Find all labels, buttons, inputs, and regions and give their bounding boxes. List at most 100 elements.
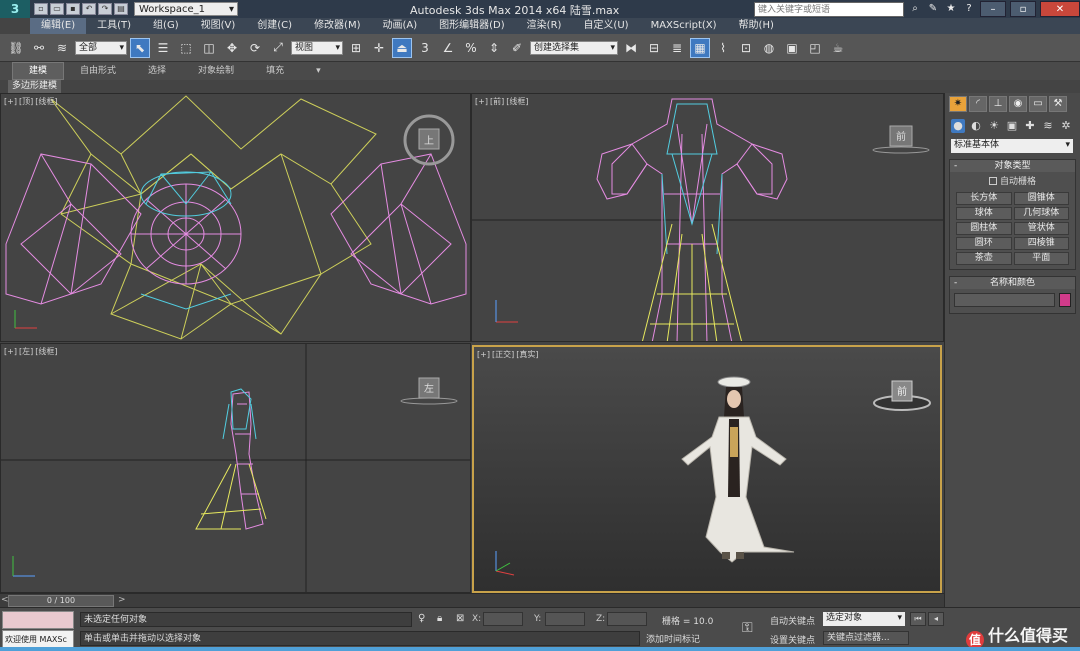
- object-name-input[interactable]: [954, 293, 1055, 307]
- select-manipulate-icon[interactable]: ✛: [369, 38, 389, 58]
- menu-help[interactable]: 帮助(H): [728, 18, 785, 34]
- shapes-icon[interactable]: ◐: [969, 119, 983, 133]
- unlink-icon[interactable]: ⚯: [29, 38, 49, 58]
- time-next-arrow[interactable]: >: [118, 595, 126, 605]
- menu-maxscript[interactable]: MAXScript(X): [640, 18, 728, 34]
- scale-icon[interactable]: ⤢: [268, 38, 288, 58]
- viewcube-top[interactable]: 上: [401, 114, 457, 166]
- binoculars-icon[interactable]: ⌕: [908, 2, 922, 16]
- keyboard-shortcut-override-icon[interactable]: ⏏: [392, 37, 412, 58]
- cameras-icon[interactable]: ▣: [1005, 119, 1019, 133]
- viewport-perspective-label[interactable]: [+] [正交] [真实]: [477, 349, 540, 360]
- move-icon[interactable]: ✥: [222, 38, 242, 58]
- time-slider-thumb[interactable]: 0 / 100: [8, 595, 114, 607]
- tab-selection[interactable]: 选择: [132, 63, 182, 79]
- set-key-icon[interactable]: ⚿: [742, 620, 753, 636]
- time-slider[interactable]: < 0 / 100 >: [0, 593, 944, 607]
- plane-button[interactable]: 平面: [1013, 252, 1069, 265]
- link-icon[interactable]: ⛓: [6, 38, 26, 58]
- render-production-icon[interactable]: ☕: [828, 38, 848, 58]
- viewport-front[interactable]: [+] [前] [线框] 前: [471, 93, 944, 342]
- menu-group[interactable]: 组(G): [142, 18, 190, 34]
- percent-snap-icon[interactable]: %: [461, 38, 481, 58]
- utilities-tab-icon[interactable]: ⚒: [1049, 96, 1067, 112]
- viewport-perspective[interactable]: [+] [正交] [真实] 前: [472, 345, 942, 593]
- prev-frame-icon[interactable]: ◂: [928, 612, 944, 626]
- pyramid-button[interactable]: 四棱锥: [1013, 237, 1069, 250]
- auto-key-button[interactable]: 自动关键点: [770, 614, 815, 627]
- redo-icon[interactable]: ↷: [98, 3, 112, 15]
- subscription-icon[interactable]: ✎: [926, 2, 940, 16]
- maxscript-listener-box[interactable]: [2, 611, 74, 629]
- project-folder-icon[interactable]: ▤: [114, 3, 128, 15]
- tab-modeling[interactable]: 建模: [12, 62, 65, 80]
- new-file-icon[interactable]: ▫: [34, 3, 48, 15]
- display-tab-icon[interactable]: ▭: [1029, 96, 1047, 112]
- go-to-start-icon[interactable]: ⏮: [910, 612, 926, 626]
- box-button[interactable]: 长方体: [956, 192, 1012, 205]
- help-icon[interactable]: ?: [962, 2, 976, 16]
- modify-tab-icon[interactable]: ◜: [969, 96, 987, 112]
- app-logo-icon[interactable]: 3: [0, 0, 30, 18]
- viewcube-front[interactable]: 前: [870, 122, 932, 156]
- lights-icon[interactable]: ☀: [987, 119, 1001, 133]
- curve-editor-icon[interactable]: ⌇: [713, 38, 733, 58]
- save-file-icon[interactable]: ▪: [66, 3, 80, 15]
- viewport-left-label[interactable]: [+] [左] [线框]: [4, 346, 59, 357]
- menu-create[interactable]: 创建(C): [246, 18, 303, 34]
- rendered-frame-icon[interactable]: ◰: [805, 38, 825, 58]
- schematic-view-icon[interactable]: ⊡: [736, 38, 756, 58]
- hierarchy-tab-icon[interactable]: ⊥: [989, 96, 1007, 112]
- motion-tab-icon[interactable]: ◉: [1009, 96, 1027, 112]
- spacewarps-icon[interactable]: ≋: [1041, 119, 1055, 133]
- ribbon-options-icon[interactable]: ▾: [300, 63, 337, 79]
- isolate-icon[interactable]: ♀: [418, 613, 425, 624]
- tab-object-paint[interactable]: 对象绘制: [182, 63, 250, 79]
- viewport-front-label[interactable]: [+] [前] [线框]: [475, 96, 530, 107]
- lock-selection-icon[interactable]: 🔒︎: [437, 613, 442, 624]
- open-file-icon[interactable]: ▭: [50, 3, 64, 15]
- z-coordinate-input[interactable]: [607, 612, 647, 626]
- menu-graph-editors[interactable]: 图形编辑器(D): [428, 18, 516, 34]
- menu-views[interactable]: 视图(V): [190, 18, 247, 34]
- material-editor-icon[interactable]: ◍: [759, 38, 779, 58]
- key-filters-button[interactable]: 关键点过滤器...: [823, 631, 909, 645]
- viewport-top[interactable]: [+] [顶] [线框] 上: [0, 93, 471, 342]
- window-crossing-icon[interactable]: ◫: [199, 38, 219, 58]
- name-color-rollout-header[interactable]: 名称和颜色: [950, 277, 1075, 289]
- object-category-dropdown[interactable]: 标准基本体: [951, 139, 1073, 153]
- geometry-icon[interactable]: ●: [951, 119, 965, 133]
- maxscript-welcome-text[interactable]: 欢迎使用 MAXSc: [2, 630, 74, 648]
- select-object-icon[interactable]: ⬉: [130, 37, 150, 58]
- menu-animation[interactable]: 动画(A): [372, 18, 429, 34]
- helpers-icon[interactable]: ✚: [1023, 119, 1037, 133]
- cylinder-button[interactable]: 圆柱体: [956, 222, 1012, 235]
- selection-filter-dropdown[interactable]: 全部: [75, 40, 127, 55]
- viewport-left[interactable]: [+] [左] [线框] 左: [0, 343, 471, 593]
- add-time-tag-button[interactable]: 添加时间标记: [646, 632, 700, 645]
- rotate-icon[interactable]: ⟳: [245, 38, 265, 58]
- x-coordinate-input[interactable]: [483, 612, 523, 626]
- tab-freeform[interactable]: 自由形式: [64, 63, 132, 79]
- absolute-mode-icon[interactable]: ⊠: [456, 613, 464, 624]
- key-mode-dropdown[interactable]: 选定对象: [823, 612, 905, 626]
- maximize-button[interactable]: ▫: [1010, 1, 1036, 17]
- cone-button[interactable]: 圆锥体: [1013, 192, 1069, 205]
- geosphere-button[interactable]: 几何球体: [1013, 207, 1069, 220]
- align-icon[interactable]: ⊟: [644, 38, 664, 58]
- object-type-rollout-header[interactable]: 对象类型: [950, 160, 1075, 172]
- layer-manager-icon[interactable]: ≣: [667, 38, 687, 58]
- teapot-button[interactable]: 茶壶: [956, 252, 1012, 265]
- render-setup-icon[interactable]: ▣: [782, 38, 802, 58]
- menu-modifiers[interactable]: 修改器(M): [303, 18, 371, 34]
- minimize-button[interactable]: –: [980, 1, 1006, 17]
- viewcube-left[interactable]: 左: [399, 374, 461, 408]
- y-coordinate-input[interactable]: [545, 612, 585, 626]
- select-by-name-icon[interactable]: ☰: [153, 38, 173, 58]
- rect-selection-icon[interactable]: ⬚: [176, 38, 196, 58]
- menu-rendering[interactable]: 渲染(R): [516, 18, 573, 34]
- object-color-swatch[interactable]: [1059, 293, 1071, 307]
- tab-populate[interactable]: 填充: [250, 63, 300, 79]
- close-button[interactable]: ✕: [1040, 1, 1080, 17]
- named-selection-dropdown[interactable]: 创建选择集: [530, 40, 618, 55]
